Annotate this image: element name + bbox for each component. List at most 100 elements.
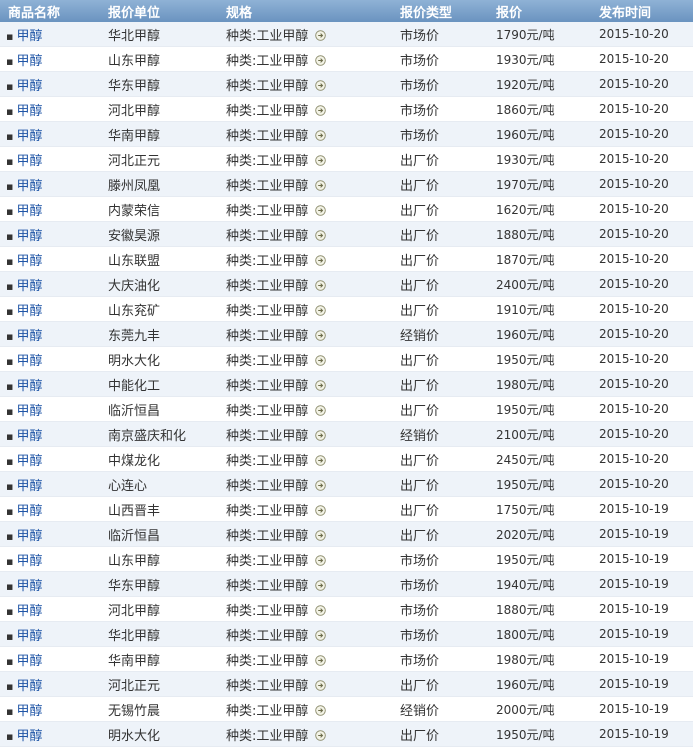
product-name-link[interactable]: 甲醇 [16,504,42,519]
arrow-circle-icon[interactable] [315,454,327,466]
arrow-circle-icon[interactable] [315,304,327,316]
arrow-circle-icon[interactable] [315,504,327,516]
product-name-link[interactable]: 甲醇 [16,729,42,744]
column-header-type[interactable]: 报价类型 [400,0,496,22]
arrow-circle-icon[interactable] [315,529,327,541]
product-name-link[interactable]: 甲醇 [16,679,42,694]
product-name-link[interactable]: 甲醇 [16,304,42,319]
table-row: ▪ 甲醇 华南甲醇 种类:工业甲醇 市场价 1980元/吨 2015-10-19 [0,646,693,672]
spec-text: 种类:工业甲醇 [226,253,309,269]
arrow-circle-icon[interactable] [315,579,327,591]
column-header-spec[interactable]: 规格 [226,0,400,22]
spec-cell: 种类:工业甲醇 [226,246,400,272]
arrow-circle-icon[interactable] [315,179,327,191]
product-name-link[interactable]: 甲醇 [16,54,42,69]
spec-cell: 种类:工业甲醇 [226,346,400,372]
product-name-link[interactable]: 甲醇 [16,204,42,219]
arrow-circle-icon[interactable] [315,104,327,116]
arrow-circle-icon[interactable] [315,654,327,666]
product-name-link[interactable]: 甲醇 [16,279,42,294]
product-name-link[interactable]: 甲醇 [16,479,42,494]
arrow-circle-icon[interactable] [315,679,327,691]
arrow-circle-icon[interactable] [315,704,327,716]
product-name-link[interactable]: 甲醇 [16,179,42,194]
product-name-link[interactable]: 甲醇 [16,629,42,644]
arrow-circle-icon[interactable] [315,404,327,416]
product-name-link[interactable]: 甲醇 [16,354,42,369]
arrow-circle-icon[interactable] [315,354,327,366]
bullet-icon: ▪ [6,454,14,468]
product-name-link[interactable]: 甲醇 [16,104,42,119]
product-name-cell: ▪ 甲醇 [0,446,108,472]
bullet-icon: ▪ [6,254,14,268]
price-cell: 1980元/吨 [496,646,599,672]
table-row: ▪ 甲醇 华南甲醇 种类:工业甲醇 市场价 1960元/吨 2015-10-20 [0,121,693,147]
table-row: ▪ 甲醇 中能化工 种类:工业甲醇 出厂价 1980元/吨 2015-10-20 [0,371,693,397]
table-row: ▪ 甲醇 中煤龙化 种类:工业甲醇 出厂价 2450元/吨 2015-10-20 [0,446,693,472]
product-name-link[interactable]: 甲醇 [16,329,42,344]
product-name-link[interactable]: 甲醇 [16,129,42,144]
arrow-circle-icon[interactable] [315,629,327,641]
spec-cell: 种类:工业甲醇 [226,96,400,122]
spec-cell: 种类:工业甲醇 [226,571,400,597]
quote-type-cell: 市场价 [400,46,496,72]
product-name-link[interactable]: 甲醇 [16,604,42,619]
arrow-circle-icon[interactable] [315,379,327,391]
product-name-link[interactable]: 甲醇 [16,79,42,94]
arrow-circle-icon[interactable] [315,79,327,91]
publish-date-cell: 2015-10-20 [599,246,693,272]
arrow-circle-icon[interactable] [315,554,327,566]
column-header-name[interactable]: 商品名称 [0,0,108,22]
spec-cell: 种类:工业甲醇 [226,521,400,547]
column-header-price[interactable]: 报价 [496,0,599,22]
bullet-icon: ▪ [6,329,14,343]
arrow-circle-icon[interactable] [315,729,327,741]
quote-unit-cell: 河北正元 [108,146,226,172]
arrow-circle-icon[interactable] [315,29,327,41]
bullet-icon: ▪ [6,554,14,568]
product-name-link[interactable]: 甲醇 [16,704,42,719]
bullet-icon: ▪ [6,279,14,293]
table-row: ▪ 甲醇 山西晋丰 种类:工业甲醇 出厂价 1750元/吨 2015-10-19 [0,496,693,522]
price-cell: 1750元/吨 [496,496,599,522]
arrow-circle-icon[interactable] [315,479,327,491]
quote-type-cell: 市场价 [400,71,496,97]
spec-text: 种类:工业甲醇 [226,503,309,519]
table-row: ▪ 甲醇 山东甲醇 种类:工业甲醇 市场价 1950元/吨 2015-10-19 [0,546,693,572]
arrow-circle-icon[interactable] [315,229,327,241]
quote-unit-cell: 华南甲醇 [108,646,226,672]
arrow-circle-icon[interactable] [315,54,327,66]
product-name-link[interactable]: 甲醇 [16,454,42,469]
product-name-link[interactable]: 甲醇 [16,29,42,44]
product-name-link[interactable]: 甲醇 [16,654,42,669]
product-name-cell: ▪ 甲醇 [0,22,108,47]
product-name-link[interactable]: 甲醇 [16,529,42,544]
table-row: ▪ 甲醇 山东兖矿 种类:工业甲醇 出厂价 1910元/吨 2015-10-20 [0,296,693,322]
arrow-circle-icon[interactable] [315,129,327,141]
price-cell: 1950元/吨 [496,471,599,497]
arrow-circle-icon[interactable] [315,279,327,291]
product-name-link[interactable]: 甲醇 [16,404,42,419]
product-name-link[interactable]: 甲醇 [16,154,42,169]
product-name-link[interactable]: 甲醇 [16,254,42,269]
product-name-link[interactable]: 甲醇 [16,229,42,244]
publish-date-cell: 2015-10-20 [599,221,693,247]
arrow-circle-icon[interactable] [315,254,327,266]
arrow-circle-icon[interactable] [315,329,327,341]
arrow-circle-icon[interactable] [315,604,327,616]
product-name-link[interactable]: 甲醇 [16,379,42,394]
arrow-circle-icon[interactable] [315,154,327,166]
product-name-link[interactable]: 甲醇 [16,579,42,594]
arrow-circle-icon[interactable] [315,429,327,441]
product-name-link[interactable]: 甲醇 [16,554,42,569]
spec-cell: 种类:工业甲醇 [226,71,400,97]
arrow-circle-icon[interactable] [315,204,327,216]
bullet-icon: ▪ [6,179,14,193]
table-row: ▪ 甲醇 临沂恒昌 种类:工业甲醇 出厂价 2020元/吨 2015-10-19 [0,521,693,547]
product-name-link[interactable]: 甲醇 [16,429,42,444]
spec-text: 种类:工业甲醇 [226,628,309,644]
spec-cell: 种类:工业甲醇 [226,696,400,722]
column-header-unit[interactable]: 报价单位 [108,0,226,22]
publish-date-cell: 2015-10-20 [599,421,693,447]
column-header-date[interactable]: 发布时间 [599,0,693,22]
